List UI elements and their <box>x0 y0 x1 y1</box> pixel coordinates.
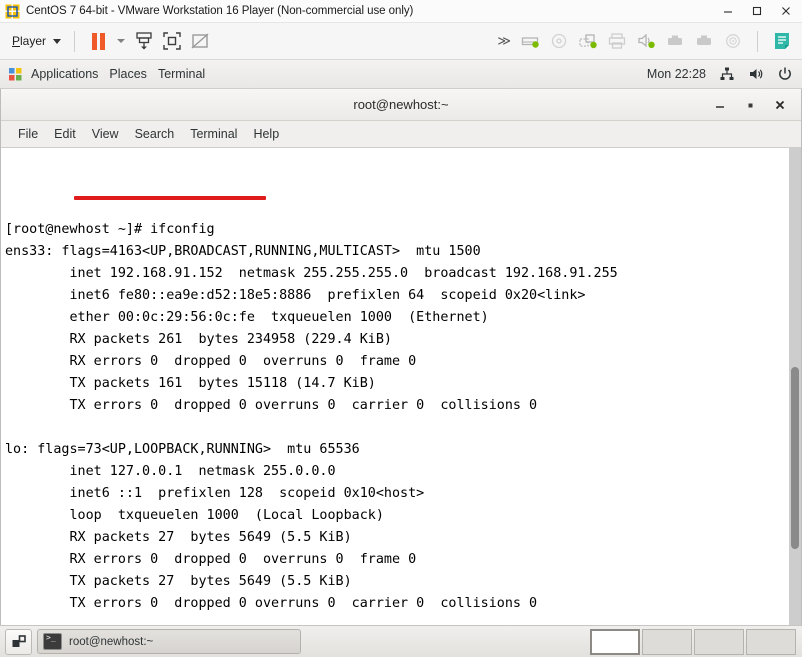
menu-file[interactable]: File <box>10 125 46 143</box>
workspace-4[interactable] <box>746 628 796 655</box>
vmware-titlebar: CentOS 7 64-bit - VMware Workstation 16 … <box>0 0 802 23</box>
show-desktop-icon[interactable] <box>5 628 32 655</box>
hard-disk-status-icon[interactable] <box>516 27 544 55</box>
terminal-line: RX errors 0 dropped 0 overruns 0 frame 0 <box>5 552 417 567</box>
vm-status-icons: ≫ <box>490 27 796 55</box>
gnome-status-area: Mon 22:28 <box>647 66 793 82</box>
vmware-toolbar: Player ≫ <box>0 23 802 60</box>
terminal-menu[interactable]: Terminal <box>158 67 216 81</box>
cd-dvd-status-icon[interactable] <box>545 27 573 55</box>
menu-edit[interactable]: Edit <box>46 125 84 143</box>
printer-status-icon[interactable] <box>603 27 631 55</box>
floppy-status-icon[interactable] <box>719 27 747 55</box>
terminal-line: lo: flags=73<UP,LOOPBACK,RUNNING> mtu 65… <box>5 442 360 457</box>
usb-device-1-status-icon[interactable] <box>661 27 689 55</box>
vmware-player-window: CentOS 7 64-bit - VMware Workstation 16 … <box>0 0 802 657</box>
network-adapter-status-icon[interactable] <box>574 27 602 55</box>
red-underline-annotation <box>74 196 266 200</box>
minimize-button[interactable] <box>713 0 742 23</box>
terminal-scrollbar-thumb[interactable] <box>791 367 799 549</box>
workspace-switcher <box>590 628 796 655</box>
terminal-body[interactable]: [root@newhost ~]# ifconfig ens33: flags=4… <box>1 148 801 625</box>
send-ctrl-alt-del-button[interactable] <box>130 27 158 55</box>
terminal-window: root@newhost:~ File Edit View Search Ter… <box>0 89 802 625</box>
terminal-line: loop txqueuelen 1000 (Local Loopback) <box>5 508 384 523</box>
vmware-window-title: CentOS 7 64-bit - VMware Workstation 16 … <box>26 5 414 17</box>
terminal-line: inet 127.0.0.1 netmask 255.0.0.0 <box>5 464 336 479</box>
terminal-line: TX packets 27 bytes 5649 (5.5 KiB) <box>5 574 352 589</box>
fullscreen-icon <box>163 32 181 50</box>
player-menu-label: Player <box>12 34 47 48</box>
close-button[interactable] <box>771 0 800 23</box>
workspace-3[interactable] <box>694 628 744 655</box>
menu-terminal[interactable]: Terminal <box>182 125 245 143</box>
fullscreen-button[interactable] <box>158 27 186 55</box>
vmware-logo-icon <box>5 4 20 19</box>
terminal-line: inet6 ::1 prefixlen 128 scopeid 0x10<hos… <box>5 486 425 501</box>
player-menu-button[interactable]: Player <box>8 31 65 51</box>
terminal-line: RX packets 27 bytes 5649 (5.5 KiB) <box>5 530 352 545</box>
network-tray-icon[interactable] <box>719 66 735 82</box>
terminal-minimize-button[interactable] <box>705 92 735 118</box>
terminal-line: TX errors 0 dropped 0 overruns 0 carrier… <box>5 596 538 611</box>
gnome-applications-icon <box>8 67 23 82</box>
workspace-1[interactable] <box>590 628 640 655</box>
toolbar-divider <box>74 30 76 52</box>
terminal-line: ether 00:0c:29:56:0c:fe txqueuelen 1000 … <box>5 310 489 325</box>
terminal-line: inet6 fe80::ea9e:d52:18e5:8886 prefixlen… <box>5 288 586 303</box>
terminal-line: [root@newhost ~]# ifconfig <box>5 222 215 237</box>
pause-vm-button[interactable] <box>84 27 112 55</box>
gnome-top-panel: Applications Places Terminal Mon 22:28 <box>0 60 802 89</box>
terminal-line: RX errors 0 dropped 0 overruns 0 frame 0 <box>5 354 417 369</box>
terminal-line: TX errors 0 dropped 0 overruns 0 carrier… <box>5 398 538 413</box>
unity-mode-button[interactable] <box>186 27 214 55</box>
clock[interactable]: Mon 22:28 <box>647 67 706 81</box>
sound-card-status-icon[interactable] <box>632 27 660 55</box>
terminal-scrollbar[interactable] <box>789 148 801 625</box>
pause-dropdown-button[interactable] <box>112 27 130 55</box>
terminal-window-title: root@newhost:~ <box>353 97 449 112</box>
terminal-maximize-button[interactable] <box>735 92 765 118</box>
pause-icon <box>91 32 105 50</box>
vm-notes-button[interactable] <box>768 27 796 55</box>
terminal-icon <box>43 633 62 650</box>
workspace-2[interactable] <box>642 628 692 655</box>
send-key-icon <box>136 32 152 50</box>
terminal-titlebar[interactable]: root@newhost:~ <box>1 89 801 121</box>
power-tray-icon[interactable] <box>777 66 793 82</box>
terminal-window-controls <box>705 92 801 118</box>
menu-view[interactable]: View <box>84 125 127 143</box>
expand-status-icons-button[interactable]: ≫ <box>490 33 515 49</box>
terminal-line: RX packets 261 bytes 234958 (229.4 KiB) <box>5 332 392 347</box>
terminal-menubar: File Edit View Search Terminal Help <box>1 121 801 148</box>
terminal-close-button[interactable] <box>765 92 795 118</box>
volume-tray-icon[interactable] <box>748 66 764 82</box>
toolbar-divider <box>757 30 758 52</box>
chevron-down-icon <box>53 38 62 44</box>
maximize-button[interactable] <box>742 0 771 23</box>
applications-menu[interactable]: Applications <box>31 67 109 81</box>
terminal-line: TX packets 161 bytes 15118 (14.7 KiB) <box>5 376 376 391</box>
taskbar-window-label: root@newhost:~ <box>69 635 154 648</box>
terminal-line: inet 192.168.91.152 netmask 255.255.255.… <box>5 266 618 281</box>
unity-mode-icon <box>191 33 209 49</box>
chevron-down-icon <box>117 39 126 43</box>
places-menu[interactable]: Places <box>109 67 158 81</box>
gnome-taskbar: root@newhost:~ <box>0 625 802 657</box>
menu-help[interactable]: Help <box>245 125 287 143</box>
menu-search[interactable]: Search <box>127 125 183 143</box>
terminal-output[interactable]: [root@newhost ~]# ifconfig ens33: flags=4… <box>1 148 789 625</box>
guest-screen[interactable]: Applications Places Terminal Mon 22:28 r… <box>0 60 802 657</box>
player-menu-mnemonic: P <box>12 34 21 48</box>
terminal-line: ens33: flags=4163<UP,BROADCAST,RUNNING,M… <box>5 244 481 259</box>
taskbar-window-button-terminal[interactable]: root@newhost:~ <box>37 629 301 654</box>
usb-device-2-status-icon[interactable] <box>690 27 718 55</box>
vmware-window-controls <box>713 0 800 23</box>
